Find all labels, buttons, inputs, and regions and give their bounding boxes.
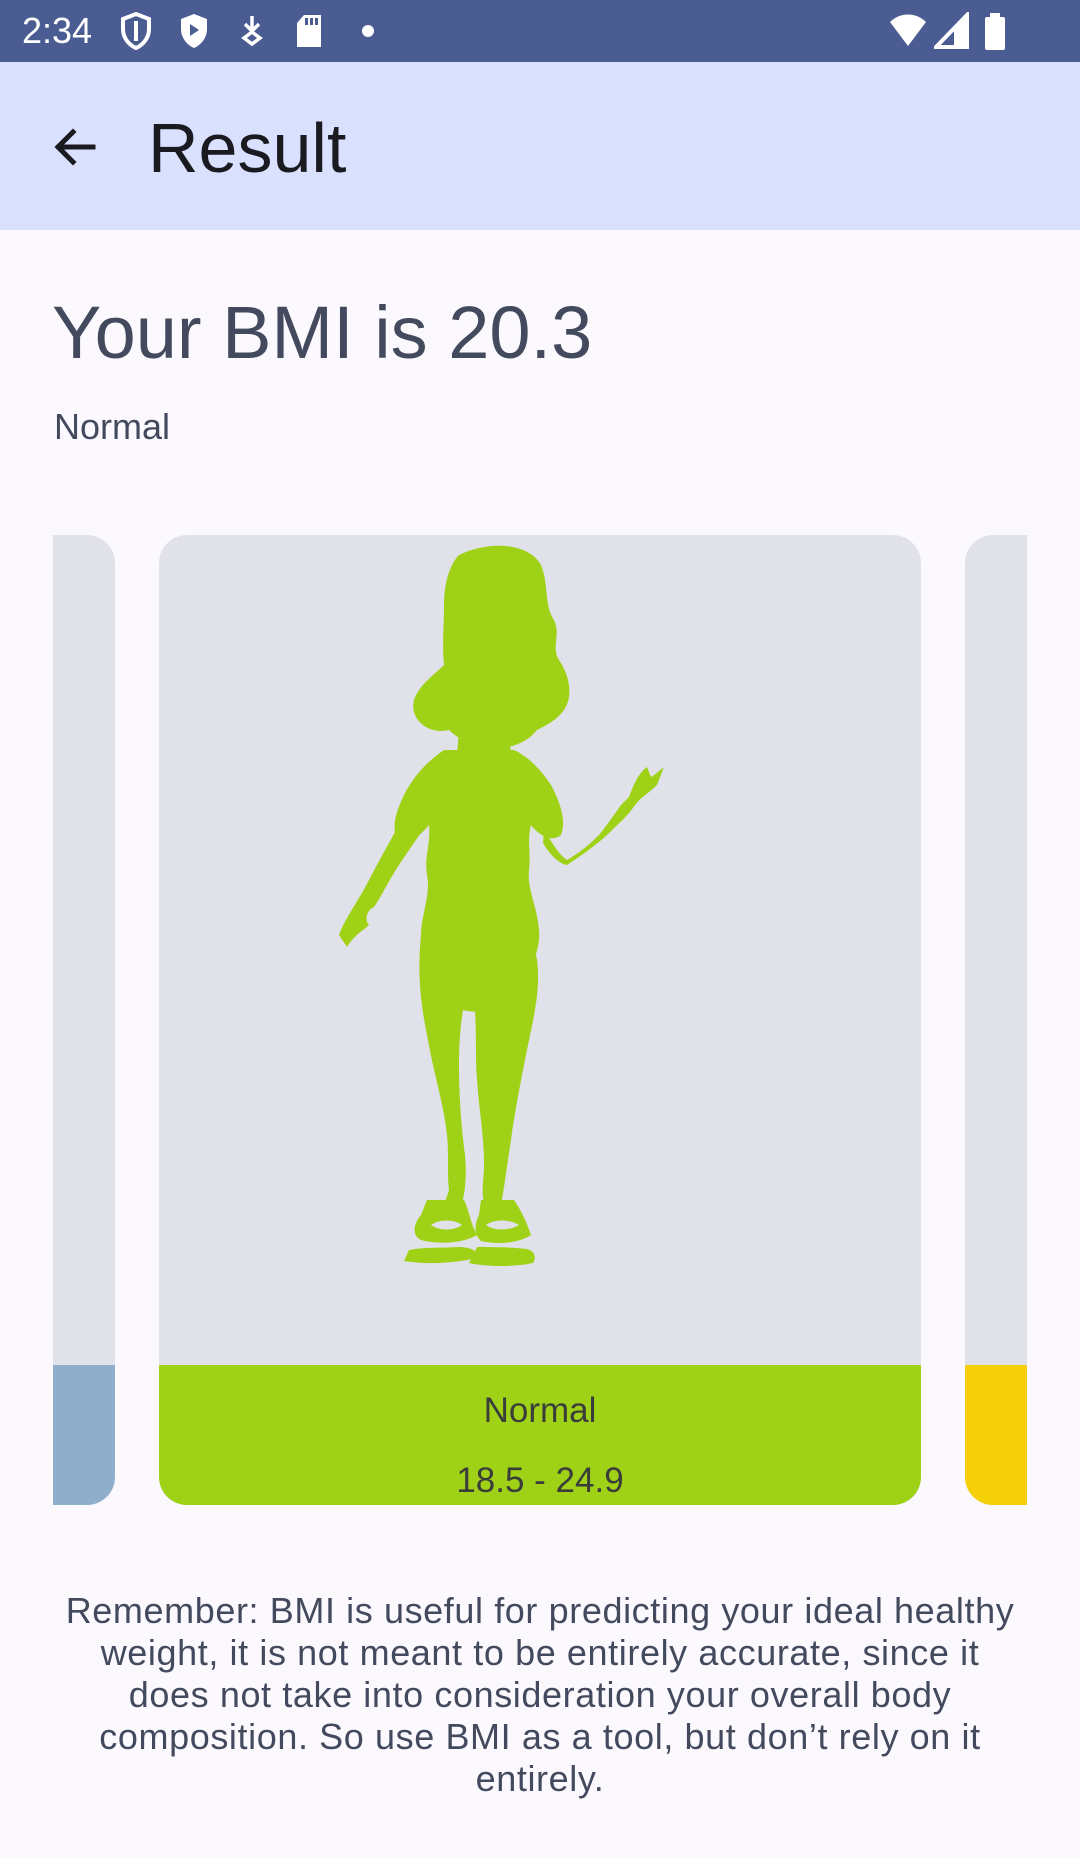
signal-icon — [934, 12, 969, 49]
bmi-card-normal[interactable]: Normal 18.5 - 24.9 — [159, 535, 921, 1505]
bmi-card-underweight[interactable] — [53, 535, 115, 1505]
wifi-icon — [890, 14, 926, 46]
card-category-range: 18.5 - 24.9 — [456, 1461, 624, 1500]
body-figure-illustration — [159, 535, 921, 1365]
status-bar: 2:34 — [0, 0, 1080, 62]
body-silhouette-icon — [339, 545, 664, 1266]
bmi-category-label: Normal — [54, 406, 171, 447]
sd-card-icon — [297, 15, 321, 47]
card-footer — [965, 1365, 1027, 1505]
arrow-back-icon — [54, 128, 96, 166]
status-time: 2:34 — [22, 10, 93, 51]
back-button[interactable] — [40, 112, 110, 182]
shield-icon — [181, 14, 207, 48]
download-icon — [241, 16, 263, 47]
bmi-result-heading: Your BMI is 20.3 — [52, 291, 593, 374]
battery-icon — [985, 13, 1005, 50]
card-footer — [53, 1365, 115, 1505]
card-category-name: Normal — [483, 1391, 597, 1430]
bmi-card-overweight[interactable] — [965, 535, 1027, 1505]
page-title: Result — [148, 109, 347, 187]
disclaimer-text: Remember: BMI is useful for predicting y… — [65, 1590, 1015, 1799]
shield-outline-icon — [121, 12, 151, 50]
dot-icon — [362, 25, 374, 37]
